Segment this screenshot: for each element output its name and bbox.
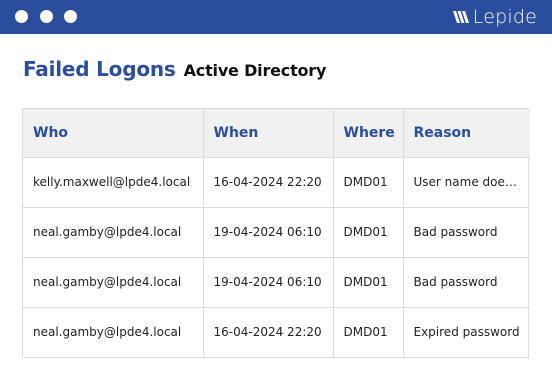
table-row[interactable]: neal.gamby@lpde4.local 19-04-2024 06:10 …: [23, 207, 530, 257]
cell-when: 19-04-2024 06:10: [203, 207, 334, 257]
title-bar: Lepide: [0, 0, 552, 34]
cell-reason: Bad password: [413, 225, 498, 239]
column-header-who[interactable]: Who: [23, 109, 204, 157]
column-header-where[interactable]: Where: [333, 109, 404, 157]
failed-logons-table: Who When Where Reason kelly.maxwell@lpde…: [22, 108, 530, 358]
table-row[interactable]: kelly.maxwell@lpde4.local 16-04-2024 22:…: [23, 157, 530, 207]
cell-where: DMD01: [333, 307, 404, 357]
cell-reason: Bad password: [413, 275, 498, 289]
page-title: Failed Logons: [23, 57, 176, 81]
cell-where: DMD01: [333, 157, 404, 207]
cell-reason: Expired password: [413, 325, 520, 340]
cell-when: 19-04-2024 06:10: [203, 257, 334, 307]
table-header-row: Who When Where Reason: [23, 109, 530, 157]
window-minimize-dot[interactable]: [40, 10, 53, 23]
lepide-logo-icon: [452, 10, 469, 24]
brand-name: Lepide: [472, 6, 537, 28]
cell-where: DMD01: [333, 207, 404, 257]
table-row[interactable]: neal.gamby@lpde4.local 16-04-2024 22:20 …: [23, 307, 530, 357]
window-close-dot[interactable]: [15, 10, 28, 23]
brand: Lepide: [452, 4, 537, 30]
cell-reason: User name does n...: [413, 175, 531, 189]
cell-when: 16-04-2024 22:20: [203, 307, 334, 357]
cell-who: kelly.maxwell@lpde4.local: [23, 157, 204, 207]
cell-who: neal.gamby@lpde4.local: [23, 257, 204, 307]
cell-who: neal.gamby@lpde4.local: [23, 207, 204, 257]
cell-when: 16-04-2024 22:20: [203, 157, 334, 207]
cell-where: DMD01: [333, 257, 404, 307]
window-maximize-dot[interactable]: [64, 10, 77, 23]
column-header-when[interactable]: When: [203, 109, 334, 157]
cell-who: neal.gamby@lpde4.local: [23, 307, 204, 357]
page-subtitle: Active Directory: [183, 61, 327, 80]
page-heading: Failed Logons Active Directory: [23, 57, 326, 81]
table-row[interactable]: neal.gamby@lpde4.local 19-04-2024 06:10 …: [23, 257, 530, 307]
column-header-reason[interactable]: Reason: [403, 109, 530, 157]
